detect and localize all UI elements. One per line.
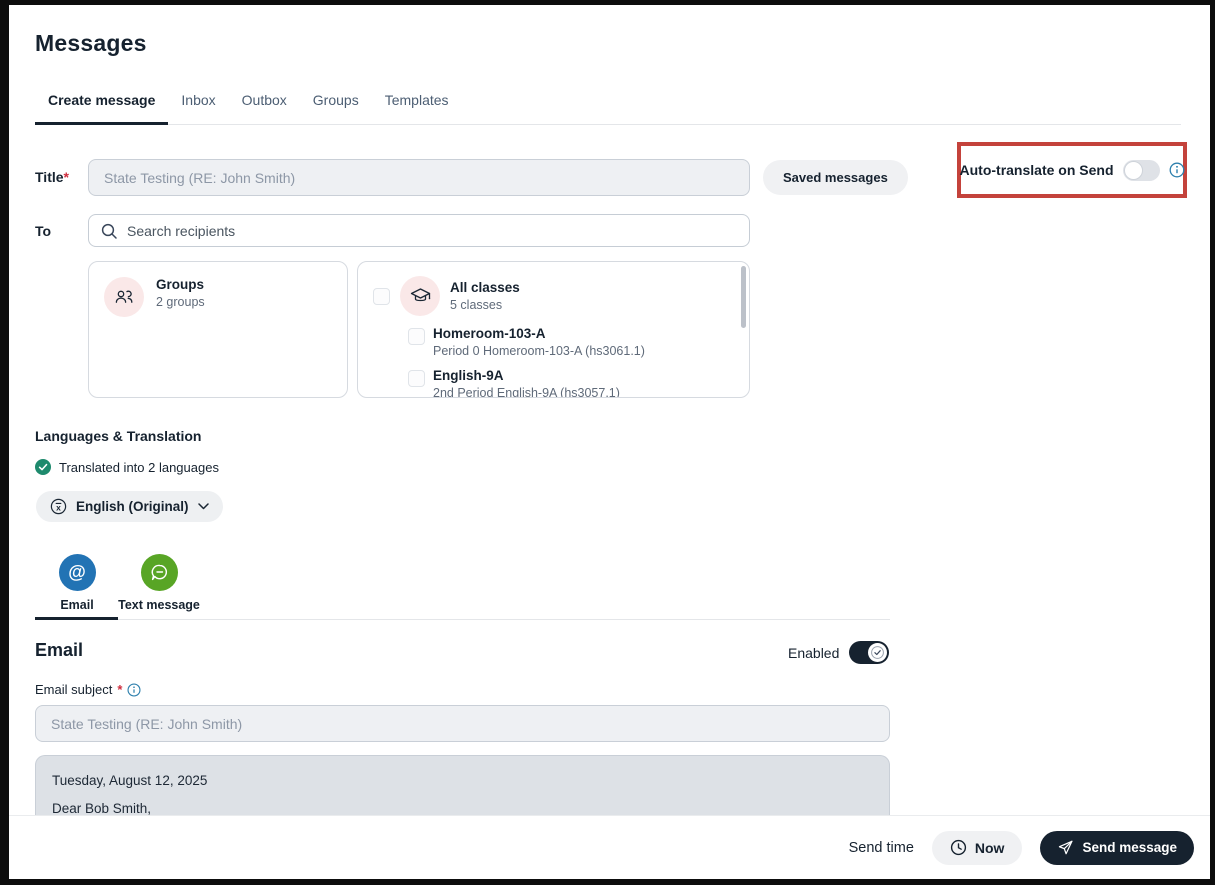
- groups-card-text: Groups 2 groups: [156, 277, 205, 309]
- search-icon: [100, 222, 118, 240]
- class-item: English-9A 2nd Period English-9A (hs3057…: [408, 368, 749, 398]
- all-classes-checkbox[interactable]: [373, 287, 390, 305]
- classes-avatar: [400, 276, 440, 316]
- send-button-label: Send message: [1082, 840, 1177, 855]
- title-label: Title*: [35, 169, 69, 185]
- main-tab-bar: Create message Inbox Outbox Groups Templ…: [35, 86, 1181, 125]
- send-plane-icon: [1057, 839, 1074, 856]
- groups-card[interactable]: Groups 2 groups: [88, 261, 348, 398]
- info-icon[interactable]: [127, 682, 141, 697]
- all-classes-row: All classes 5 classes: [358, 262, 749, 316]
- send-footer: Send time Now Send message: [9, 815, 1210, 879]
- chevron-down-icon: [197, 503, 209, 510]
- channel-tab-divider: [35, 619, 890, 620]
- groups-avatar: [104, 277, 144, 317]
- now-button-label: Now: [974, 839, 1005, 856]
- info-icon[interactable]: [1169, 162, 1185, 178]
- email-at-icon: @: [58, 554, 96, 591]
- tab-create-message[interactable]: Create message: [35, 86, 169, 125]
- send-time-now-button[interactable]: Now: [931, 830, 1023, 865]
- email-enabled-row: Enabled: [788, 641, 890, 664]
- email-subject-label: Email subject *: [35, 682, 141, 697]
- tab-outbox[interactable]: Outbox: [229, 86, 300, 124]
- translation-status-text: Translated into 2 languages: [59, 459, 219, 475]
- class-title: Homeroom-103-A: [433, 326, 546, 341]
- class-checkbox-homeroom[interactable]: [408, 328, 425, 345]
- tab-groups[interactable]: Groups: [300, 86, 372, 124]
- classes-card-text: All classes 5 classes: [450, 280, 520, 312]
- page-title: Messages: [35, 30, 147, 56]
- email-subject-input[interactable]: [35, 705, 890, 742]
- title-input[interactable]: [88, 159, 750, 196]
- auto-translate-annotation-box: Auto-translate on Send: [957, 142, 1187, 198]
- svg-text:x: x: [56, 502, 61, 512]
- tab-inbox[interactable]: Inbox: [168, 86, 228, 124]
- toggle-knob: [868, 643, 888, 662]
- translate-icon: x: [50, 498, 67, 515]
- groups-card-title: Groups: [156, 277, 205, 292]
- classes-card-title: All classes: [450, 280, 520, 295]
- email-body-line: Dear Bob Smith,: [52, 801, 152, 815]
- scrollbar-thumb[interactable]: [741, 266, 746, 328]
- search-recipients-input[interactable]: [127, 222, 738, 239]
- class-item: Homeroom-103-A Period 0 Homeroom-103-A (…: [408, 326, 749, 358]
- language-selector[interactable]: x English (Original): [36, 491, 223, 522]
- class-subtitle: Period 0 Homeroom-103-A (hs3061.1): [433, 344, 645, 358]
- groups-card-subtitle: 2 groups: [156, 295, 205, 309]
- email-enabled-toggle[interactable]: [849, 641, 890, 664]
- auto-translate-toggle[interactable]: [1122, 159, 1160, 181]
- classes-card-subtitle: 5 classes: [450, 298, 503, 312]
- to-label: To: [35, 223, 52, 239]
- email-section-heading: Email: [35, 640, 84, 660]
- class-checkbox-english[interactable]: [408, 370, 425, 387]
- enabled-label: Enabled: [788, 644, 840, 661]
- class-subtitle: 2nd Period English-9A (hs3057.1): [433, 386, 620, 398]
- people-icon: [113, 286, 135, 308]
- required-asterisk: *: [117, 682, 123, 697]
- active-channel-underline: [35, 617, 118, 620]
- email-body-line: Tuesday, August 12, 2025: [52, 773, 208, 788]
- check-circle-icon: [35, 459, 51, 475]
- channel-tab-text-message[interactable]: Text message: [118, 554, 200, 612]
- required-asterisk: *: [63, 169, 69, 185]
- channel-tab-email[interactable]: @ Email: [40, 554, 114, 612]
- clock-icon: [950, 839, 967, 856]
- channel-email-label: Email: [60, 598, 94, 612]
- channel-text-label: Text message: [118, 598, 200, 612]
- speech-bubble-icon: [140, 554, 178, 591]
- saved-messages-button[interactable]: Saved messages: [763, 160, 908, 195]
- classes-card: All classes 5 classes Homeroom-103-A Per…: [357, 261, 750, 398]
- graduation-cap-icon: [409, 285, 432, 308]
- tab-templates[interactable]: Templates: [372, 86, 462, 124]
- class-title: English-9A: [433, 368, 504, 383]
- auto-translate-label: Auto-translate on Send: [959, 162, 1114, 178]
- toggle-knob: [1123, 160, 1143, 180]
- email-body-editor[interactable]: Tuesday, August 12, 2025 Dear Bob Smith,: [35, 755, 890, 815]
- messages-page: Messages Create message Inbox Outbox Gro…: [0, 0, 1215, 885]
- translation-status: Translated into 2 languages: [35, 459, 219, 475]
- send-time-label: Send time: [848, 839, 914, 856]
- languages-heading: Languages & Translation: [35, 428, 202, 444]
- language-selector-value: English (Original): [76, 499, 189, 514]
- recipient-search: [88, 214, 750, 247]
- send-message-button[interactable]: Send message: [1040, 830, 1194, 865]
